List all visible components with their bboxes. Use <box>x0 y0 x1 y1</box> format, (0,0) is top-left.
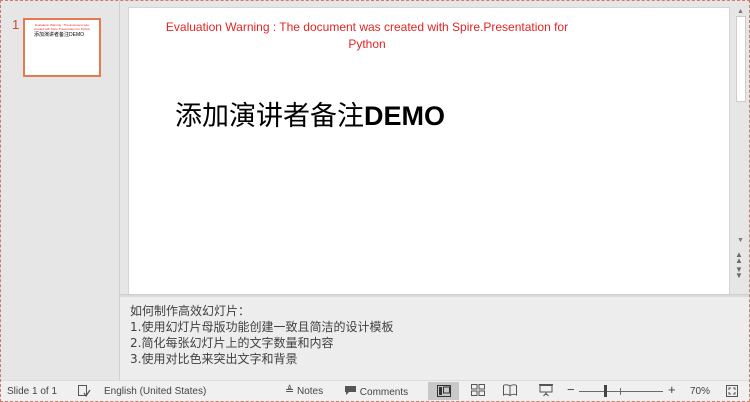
next-slide-icon[interactable]: ▼ ▼ <box>735 266 743 280</box>
zoom-out-button[interactable]: − <box>567 383 575 396</box>
fit-window-icon[interactable] <box>725 384 739 402</box>
scroll-up-arrow-icon[interactable]: ▲ <box>737 8 744 15</box>
notes-line-3: 2.简化每张幻灯片上的文字数量和内容 <box>130 336 334 350</box>
notes-icon: ≜ <box>285 385 295 397</box>
scroll-down-arrow-icon[interactable]: ▼ <box>737 237 744 244</box>
previous-slide-icon[interactable]: ▲ ▲ <box>735 251 743 265</box>
evaluation-warning-text[interactable]: Evaluation Warning : The document was cr… <box>151 19 583 53</box>
language-indicator[interactable]: English (United States) <box>104 385 206 398</box>
spell-check-icon[interactable] <box>77 384 91 402</box>
slideshow-icon <box>539 384 553 397</box>
status-bar: Slide 1 of 1 English (United States) ≜ N… <box>1 380 749 401</box>
zoom-slider-thumb[interactable] <box>604 385 607 397</box>
notes-line-1: 如何制作高效幻灯片： <box>130 304 251 318</box>
zoom-level[interactable]: 70% <box>690 385 710 398</box>
zoom-slider-track[interactable] <box>579 391 663 392</box>
slide-counter[interactable]: Slide 1 of 1 <box>7 385 57 398</box>
slide-canvas[interactable]: Evaluation Warning : The document was cr… <box>128 7 730 295</box>
thumbnail-title-text: 添加演讲者备注DEMO <box>34 32 85 38</box>
notes-button[interactable]: ≜ Notes <box>285 385 323 398</box>
notes-label: Notes <box>297 386 324 397</box>
speaker-notes-text[interactable]: 如何制作高效幻灯片： 1.使用幻灯片母版功能创建一致且简洁的设计模板 2.简化每… <box>130 303 393 367</box>
slide-sorter-button[interactable] <box>471 384 485 400</box>
speaker-notes-pane[interactable]: 如何制作高效幻灯片： 1.使用幻灯片母版功能创建一致且简洁的设计模板 2.简化每… <box>120 297 749 380</box>
comments-label: Comments <box>359 387 409 398</box>
slide-editing-area: Evaluation Warning : The document was cr… <box>120 1 749 295</box>
zoom-slider-center-mark <box>620 388 621 395</box>
normal-view-icon <box>437 385 451 397</box>
reading-view-icon <box>503 384 517 397</box>
slide-title-cjk: 添加演讲者备注 <box>175 101 364 132</box>
thumbnail-number: 1 <box>12 17 20 32</box>
slide-sorter-icon <box>471 384 485 396</box>
comments-button[interactable]: Comments <box>344 385 408 399</box>
reading-view-button[interactable] <box>503 384 517 400</box>
slide-title-latin: DEMO <box>364 101 445 131</box>
comments-icon <box>345 386 356 395</box>
slideshow-button[interactable] <box>538 383 554 401</box>
slide-thumbnail-1[interactable]: Evaluation Warning : The document was cr… <box>23 18 101 77</box>
normal-view-button[interactable] <box>428 382 459 400</box>
notes-line-2: 1.使用幻灯片母版功能创建一致且简洁的设计模板 <box>130 320 394 334</box>
slide-title-textbox[interactable]: 添加演讲者备注DEMO <box>175 100 445 133</box>
notes-line-4: 3.使用对比色来突出文字和背景 <box>130 352 298 366</box>
slide-thumbnail-pane: 1 Evaluation Warning : The document was … <box>1 1 119 380</box>
zoom-in-button[interactable]: + <box>668 383 676 396</box>
thumbnail-warning-text: Evaluation Warning : The document was cr… <box>33 23 91 31</box>
scrollbar-thumb[interactable] <box>736 16 746 102</box>
